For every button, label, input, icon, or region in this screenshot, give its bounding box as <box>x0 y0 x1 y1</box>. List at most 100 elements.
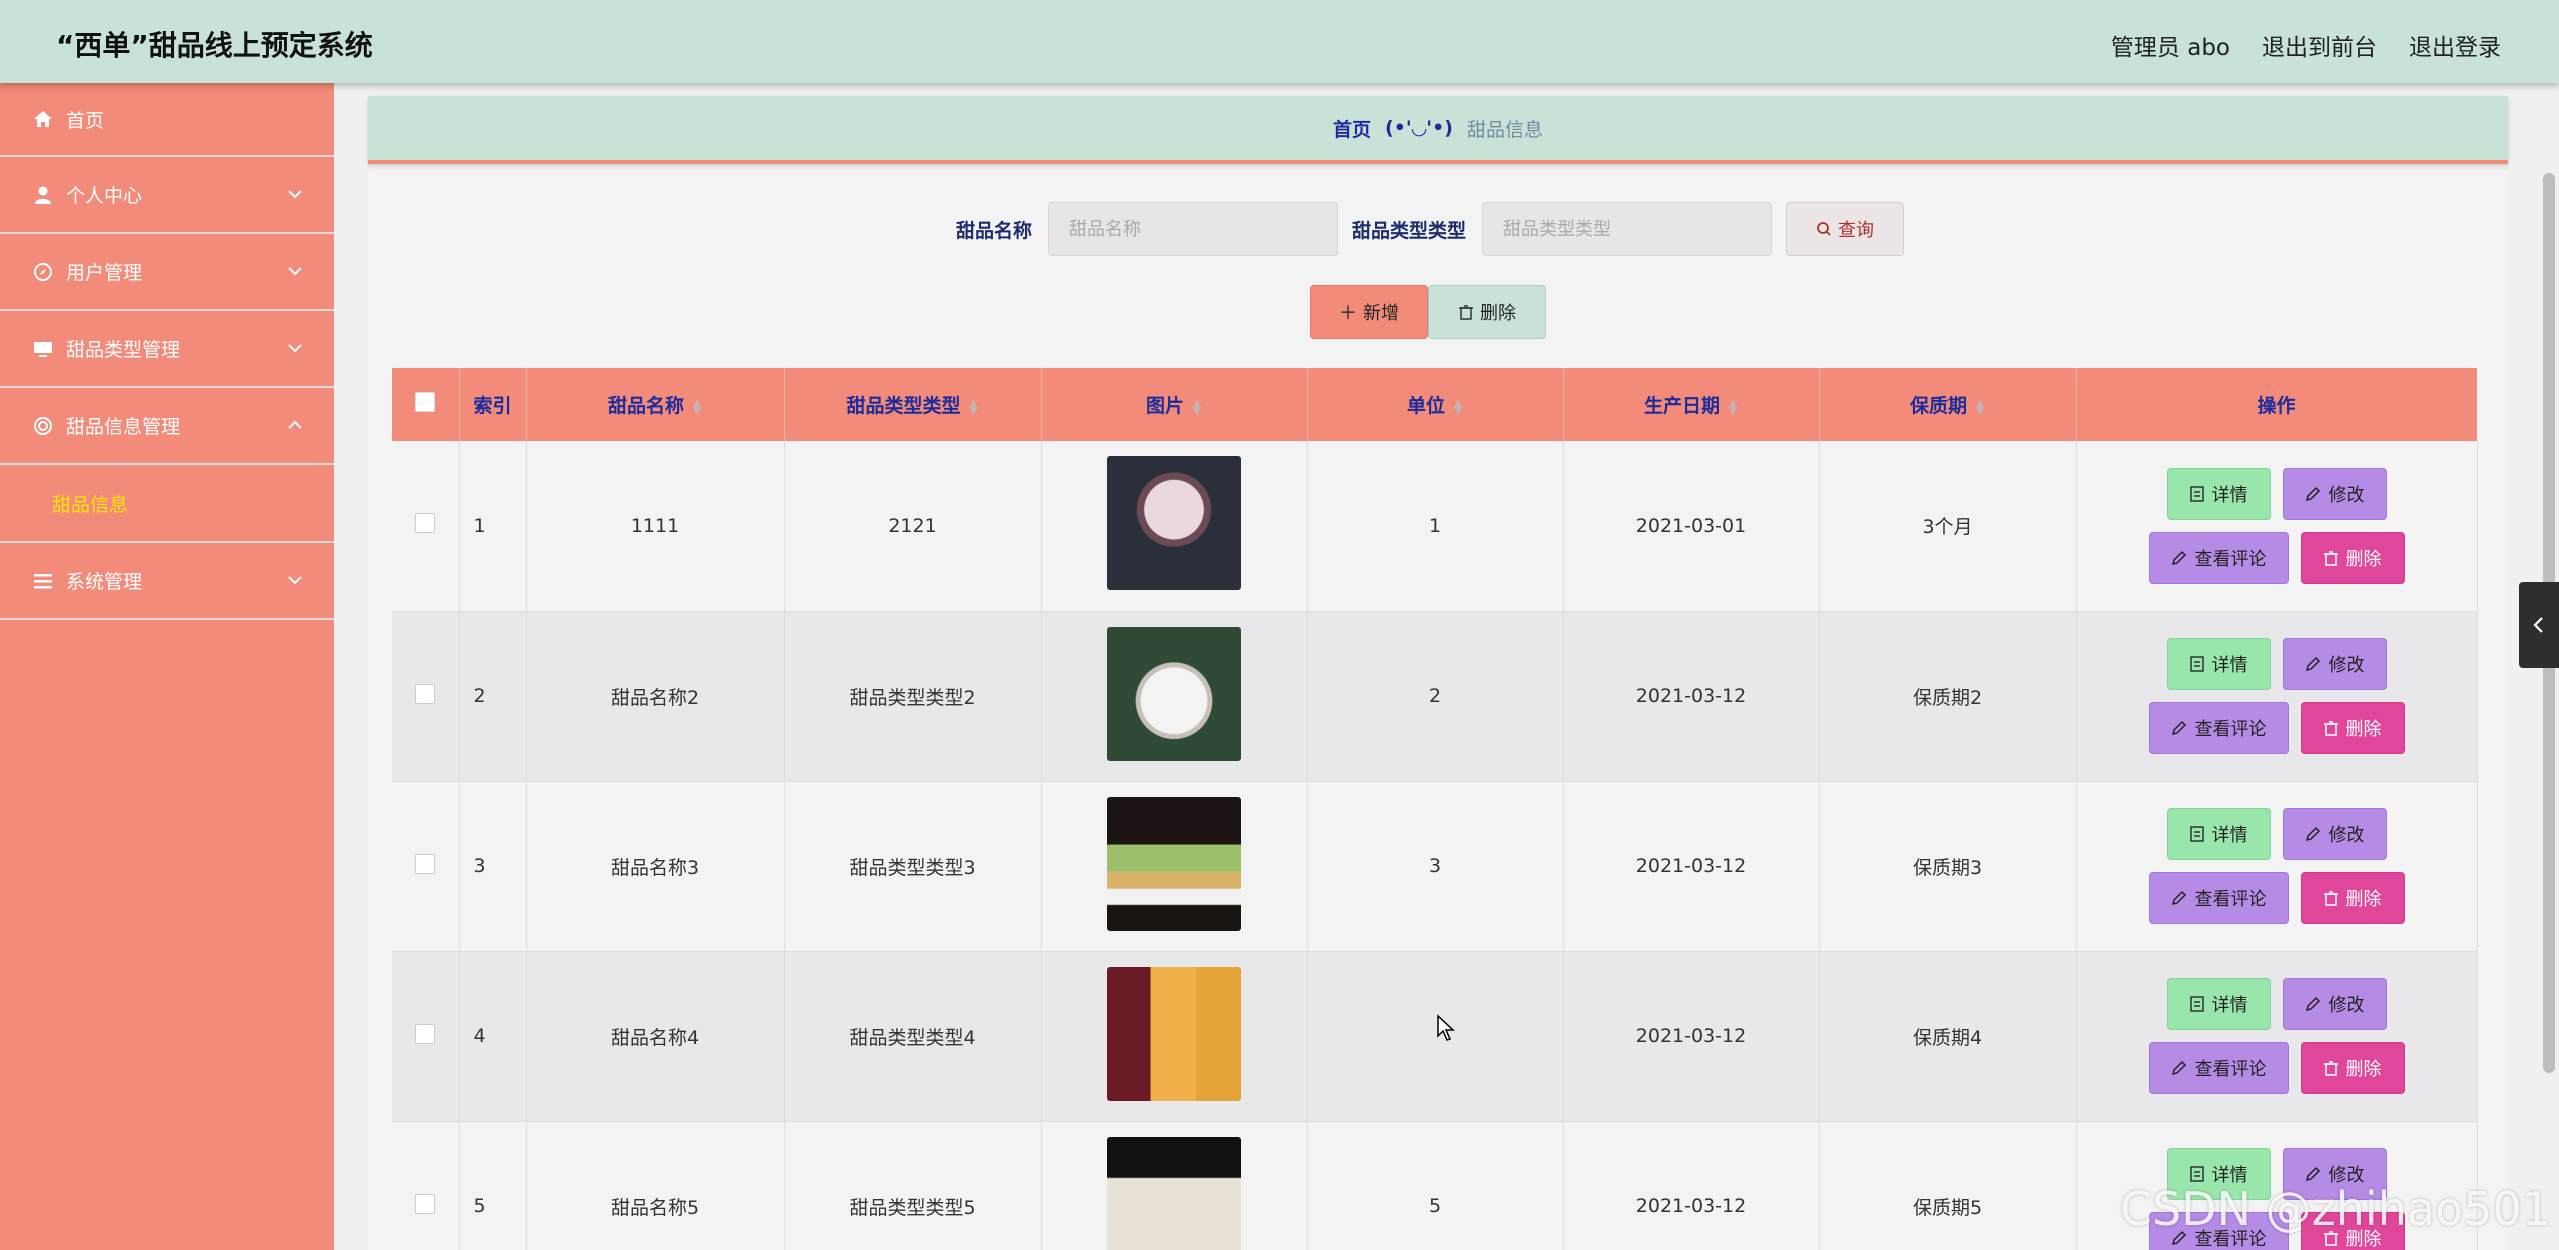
trash-icon <box>2323 551 2338 566</box>
query-button[interactable]: 查询 <box>1786 202 1905 256</box>
view-reviews-button[interactable]: 查看评论 <box>2148 702 2289 754</box>
edit-button[interactable]: 修改 <box>2282 638 2387 690</box>
sort-icon[interactable]: ▲ ▼ <box>692 397 702 416</box>
select-all-checkbox[interactable] <box>415 392 436 412</box>
edit-button[interactable]: 修改 <box>2282 467 2387 520</box>
delete-button[interactable]: 删除 <box>2300 531 2405 584</box>
detail-button[interactable]: 详情 <box>2166 808 2271 860</box>
row-checkbox[interactable] <box>415 853 436 874</box>
col-name-label: 甜品名称 <box>607 395 684 417</box>
edit-button-label: 修改 <box>2328 825 2365 846</box>
chevron-down-icon <box>288 576 302 585</box>
pencil-icon <box>2171 550 2186 565</box>
dessert-image <box>1107 796 1241 931</box>
col-unit[interactable]: 单位 ▲ ▼ <box>1307 368 1564 441</box>
name-search-label: 甜品名称 <box>956 219 1033 242</box>
row-date: 2021-03-01 <box>1563 441 1820 612</box>
row-checkbox[interactable] <box>415 1023 436 1044</box>
row-shelf: 保质期5 <box>1819 1121 2077 1250</box>
sidebar-item-label: 个人中心 <box>66 185 143 207</box>
sort-icon[interactable]: ▲ ▼ <box>1192 397 1202 416</box>
row-checkbox[interactable] <box>415 683 436 704</box>
compass-icon <box>32 261 54 283</box>
row-select-cell <box>392 781 460 952</box>
breadcrumb-home[interactable]: 首页 <box>1333 115 1371 142</box>
sidebar-item-dessert-info[interactable]: 甜品信息管理 <box>0 388 334 465</box>
view-reviews-label: 查看评论 <box>2194 719 2267 740</box>
add-button[interactable]: ＋ 新增 <box>1310 285 1428 339</box>
delete-button-label: 删除 <box>2345 548 2382 570</box>
admin-user-label[interactable]: 管理员 abo <box>2111 28 2230 62</box>
table-row: 3 甜品名称3 甜品类型类型3 3 2021-03-12 保质期3 详情 修改 <box>392 781 2478 952</box>
view-reviews-button[interactable]: 查看评论 <box>2148 531 2289 584</box>
sidebar-item-label: 首页 <box>66 109 105 132</box>
action-buttons: ＋ 新增 删除 <box>1310 285 1546 339</box>
sidebar-item-dessert-types[interactable]: 甜品类型管理 <box>0 311 334 388</box>
pencil-icon <box>2305 486 2320 501</box>
delete-button[interactable]: 删除 <box>2300 702 2405 754</box>
top-links: 管理员 abo 退出到前台 退出登录 <box>2111 28 2501 62</box>
row-name: 甜品名称3 <box>526 781 785 952</box>
sort-icon[interactable]: ▲ ▼ <box>969 397 979 416</box>
document-icon <box>2189 486 2204 502</box>
view-reviews-button[interactable]: 查看评论 <box>2148 872 2289 924</box>
row-ops: 详情 修改 查看评论 删除 <box>2076 441 2478 612</box>
list-icon <box>32 570 54 592</box>
row-select-cell <box>392 441 460 612</box>
detail-button[interactable]: 详情 <box>2166 638 2271 690</box>
col-date[interactable]: 生产日期 ▲ ▼ <box>1563 368 1820 441</box>
sidebar-item-home[interactable]: 首页 <box>0 83 334 157</box>
type-search-input[interactable] <box>1482 202 1773 256</box>
row-checkbox[interactable] <box>415 1193 436 1214</box>
detail-button-label: 详情 <box>2211 995 2248 1016</box>
col-image[interactable]: 图片 ▲ ▼ <box>1041 368 1308 441</box>
pencil-icon <box>2305 656 2320 672</box>
view-reviews-label: 查看评论 <box>2194 548 2267 570</box>
row-name: 1111 <box>526 441 785 612</box>
view-reviews-button[interactable]: 查看评论 <box>2148 1042 2289 1094</box>
edit-button[interactable]: 修改 <box>2282 978 2387 1030</box>
exit-to-front-link[interactable]: 退出到前台 <box>2262 28 2377 62</box>
batch-delete-button[interactable]: 删除 <box>1428 285 1546 339</box>
row-index: 5 <box>459 1121 527 1250</box>
chevron-up-icon <box>288 420 302 429</box>
detail-button[interactable]: 详情 <box>2166 467 2271 520</box>
delete-button[interactable]: 删除 <box>2300 872 2405 924</box>
col-shelf[interactable]: 保质期 ▲ ▼ <box>1819 368 2077 441</box>
col-type[interactable]: 甜品类型类型 ▲ ▼ <box>784 368 1042 441</box>
delete-button-label: 删除 <box>2345 719 2382 740</box>
sidebar-subitem-label: 甜品信息 <box>52 493 129 516</box>
row-type: 2121 <box>784 441 1042 612</box>
logout-link[interactable]: 退出登录 <box>2409 28 2501 62</box>
trash-icon <box>2323 1061 2338 1076</box>
side-panel-toggle[interactable] <box>2519 582 2559 668</box>
sidebar-item-system[interactable]: 系统管理 <box>0 543 334 620</box>
row-image-cell <box>1041 781 1308 952</box>
sort-icon[interactable]: ▲ ▼ <box>1728 397 1738 416</box>
detail-button[interactable]: 详情 <box>2166 978 2271 1030</box>
delete-button[interactable]: 删除 <box>2300 1042 2405 1094</box>
pencil-icon <box>2171 720 2186 736</box>
sort-icon[interactable]: ▲ ▼ <box>1975 397 1985 416</box>
plus-icon: ＋ <box>1339 303 1357 324</box>
row-select-cell <box>392 951 460 1122</box>
sort-icon[interactable]: ▲ ▼ <box>1453 397 1463 416</box>
sidebar-item-personal[interactable]: 个人中心 <box>0 157 334 234</box>
home-icon <box>32 108 54 130</box>
row-checkbox[interactable] <box>415 513 436 534</box>
row-name: 甜品名称4 <box>526 951 785 1122</box>
row-shelf: 3个月 <box>1819 441 2077 612</box>
sidebar-item-users[interactable]: 用户管理 <box>0 234 334 311</box>
row-index: 1 <box>459 441 527 612</box>
col-index: 索引 <box>459 368 527 441</box>
table-row: 2 甜品名称2 甜品类型类型2 2 2021-03-12 保质期2 详情 修改 <box>392 611 2478 782</box>
search-form: 甜品名称 甜品类型类型 查询 <box>956 202 1905 256</box>
col-name[interactable]: 甜品名称 ▲ ▼ <box>526 368 785 441</box>
sidebar-item-label: 甜品类型管理 <box>66 339 181 361</box>
edit-button[interactable]: 修改 <box>2282 808 2387 860</box>
name-search-input[interactable] <box>1048 202 1339 256</box>
breadcrumb: 首页 (•'◡'•) 甜品信息 <box>368 96 2508 164</box>
view-reviews-label: 查看评论 <box>2194 889 2267 910</box>
sidebar-subitem-dessert-info[interactable]: 甜品信息 <box>0 465 334 543</box>
col-shelf-label: 保质期 <box>1909 395 1967 417</box>
